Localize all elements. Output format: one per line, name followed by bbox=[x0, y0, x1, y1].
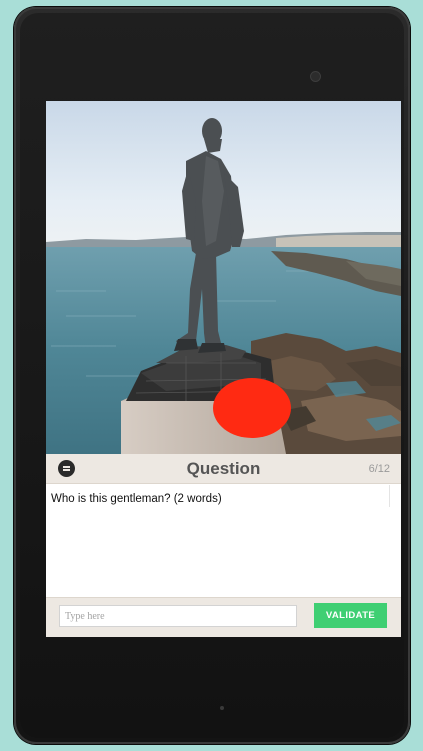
question-header: Question 6/12 bbox=[46, 454, 401, 484]
app-screen: Question 6/12 Who is this gentleman? (2 … bbox=[46, 101, 401, 637]
validate-button[interactable]: VALIDATE bbox=[314, 603, 387, 628]
divider bbox=[389, 485, 390, 507]
red-circle-marker bbox=[213, 378, 291, 438]
question-counter: 6/12 bbox=[368, 463, 390, 475]
question-photo bbox=[46, 101, 401, 454]
question-title: Question bbox=[186, 459, 261, 478]
answer-bar: VALIDATE bbox=[46, 597, 401, 637]
question-text: Who is this gentleman? (2 words) bbox=[51, 493, 222, 505]
camera-icon bbox=[311, 72, 320, 81]
answer-input[interactable] bbox=[59, 605, 297, 627]
sensor-dot bbox=[220, 706, 224, 710]
